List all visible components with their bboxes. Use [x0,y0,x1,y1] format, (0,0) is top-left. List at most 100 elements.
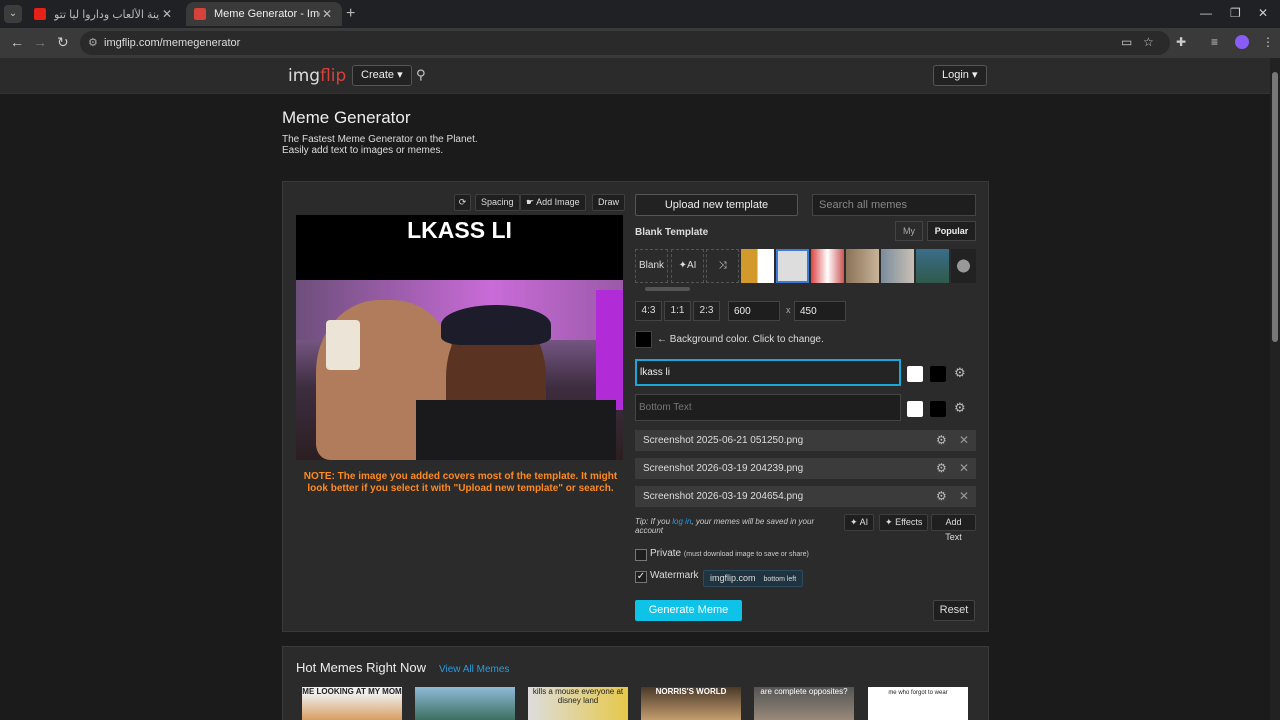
site-info-icon[interactable]: ⚙ [88,31,98,55]
rotate-icon[interactable]: ⟳ [454,194,471,211]
width-input[interactable] [728,301,780,321]
hot-meme-caption: ME LOOKING AT MY MOM [302,687,402,696]
cast-icon[interactable]: ▭ [1121,35,1132,49]
template-thumb[interactable] [811,249,844,283]
login-link[interactable]: log in [672,517,691,526]
url-field[interactable]: ⚙ imgflip.com/memegenerator [80,31,1170,55]
restore-icon[interactable]: ❐ [1230,6,1241,20]
sparkle-icon: ✦ [885,517,893,527]
imgflip-logo[interactable]: imgflip [288,66,346,86]
photo-beanie [441,305,551,345]
watermark-settings[interactable]: imgflip.com bottom left [703,570,804,587]
forward-arrow-icon[interactable]: → [33,34,47,50]
hot-meme-thumb[interactable] [415,687,515,720]
template-thumbnails: Blank ✦AI ⤨ [635,249,976,283]
reset-button[interactable]: Reset [933,600,975,621]
scrollbar-thumb[interactable] [1272,72,1278,342]
profile-avatar[interactable] [1235,35,1249,49]
blank-template-button[interactable]: Blank [635,249,668,283]
upload-template-button[interactable]: Upload new template [635,194,798,216]
ratio-4-3[interactable]: 4:3 [635,301,662,321]
meme-top-text[interactable]: LKASS LI [296,217,623,244]
private-checkbox[interactable] [635,549,647,561]
top-text-input[interactable] [635,359,901,386]
remove-x-icon[interactable]: ✕ [959,430,969,451]
times-sign: x [786,305,791,315]
text-color-white[interactable] [907,401,923,417]
ai-template-button[interactable]: ✦AI [671,249,704,283]
template-thumb[interactable] [741,249,774,283]
gear-icon[interactable]: ⚙ [954,400,966,416]
remove-x-icon[interactable]: ✕ [959,486,969,507]
ai-button[interactable]: ✦ AI [844,514,875,531]
private-label: Private (must download image to save or … [650,548,809,559]
search-memes-input[interactable] [812,194,976,216]
template-thumb[interactable] [951,249,976,283]
tab-youtube[interactable]: دخلت لمدينة الألعاب وداروا ليا تتو... ✕ [26,2,182,26]
login-tip: Tip: If you log in, your memes will be s… [635,517,835,535]
outline-color-black[interactable] [930,401,946,417]
minimize-icon[interactable]: — [1200,6,1212,20]
tab-list-chevron-icon[interactable]: ⌄ [4,5,22,23]
login-button[interactable]: Login ▾ [933,65,987,86]
hot-meme-caption: are complete opposites? [760,687,848,696]
gear-icon[interactable]: ⚙ [936,458,947,479]
background-color-swatch[interactable] [635,331,652,348]
template-thumb[interactable] [881,249,914,283]
new-tab-plus-icon[interactable]: + [346,5,355,23]
reload-icon[interactable]: ↻ [57,34,69,51]
effects-button[interactable]: ✦ Effects [879,514,929,531]
tab-my[interactable]: My [895,221,923,241]
image-layer-row[interactable]: Screenshot 2026-03-19 204239.png ⚙ ✕ [635,458,976,479]
outline-color-black[interactable] [930,366,946,382]
scrollbar-thumb[interactable] [645,287,690,291]
remove-x-icon[interactable]: ✕ [959,458,969,479]
ratio-1-1[interactable]: 1:1 [664,301,691,321]
ratio-2-3[interactable]: 2:3 [693,301,720,321]
template-thumb[interactable] [776,249,809,283]
gear-icon[interactable]: ⚙ [936,486,947,507]
back-arrow-icon[interactable]: ← [10,34,24,50]
window-close-icon[interactable]: ✕ [1258,6,1268,20]
watermark-checkbox[interactable]: ✓ [635,571,647,583]
media-icon[interactable]: ≡ [1211,35,1218,49]
image-layer-row[interactable]: Screenshot 2025-06-21 051250.png ⚙ ✕ [635,430,976,451]
hot-meme-thumb[interactable]: ME LOOKING AT MY MOM [302,687,402,720]
draw-button[interactable]: Draw [592,194,626,211]
hot-meme-thumb[interactable]: are complete opposites? [754,687,854,720]
meme-canvas[interactable]: LKASS LI [296,215,623,460]
template-thumb[interactable] [916,249,949,283]
close-icon[interactable]: ✕ [320,7,334,21]
page-scrollbar[interactable] [1270,58,1280,720]
bottom-text-input[interactable] [635,394,901,421]
create-menu-button[interactable]: Create ▾ [352,65,412,86]
bookmark-star-icon[interactable]: ☆ [1143,35,1154,49]
page: imgflip Create ▾ ⚲ Login ▾ Meme Generato… [0,58,1270,720]
add-image-button[interactable]: ☛ Add Image [520,194,586,211]
private-text: Private [650,548,682,559]
tab-imgflip[interactable]: Meme Generator - Imgflip ✕ [186,2,342,26]
search-icon[interactable]: ⚲ [416,67,426,83]
gear-icon[interactable]: ⚙ [936,430,947,451]
tab-title: Meme Generator - Imgflip [214,8,320,20]
add-text-button[interactable]: Add Text [931,514,976,542]
template-thumb[interactable] [846,249,879,283]
menu-dots-icon[interactable]: ⋮ [1262,35,1274,49]
hot-meme-thumb[interactable]: NORRIS'S WORLD [641,687,741,720]
generate-meme-button[interactable]: Generate Meme [635,600,742,621]
hot-meme-caption: kills a mouse everyone at disney land [532,687,624,705]
hot-meme-thumb[interactable]: me who forgot to wear [868,687,968,720]
spacing-button[interactable]: Spacing [475,194,520,211]
view-all-memes-link[interactable]: View All Memes [439,664,509,675]
image-layer-row[interactable]: Screenshot 2026-03-19 204654.png ⚙ ✕ [635,486,976,507]
close-icon[interactable]: ✕ [160,7,174,21]
thumbnail-scrollbar[interactable] [635,286,976,292]
tab-popular[interactable]: Popular [927,221,976,241]
height-input[interactable] [794,301,846,321]
gear-icon[interactable]: ⚙ [954,365,966,381]
shuffle-icon[interactable]: ⤨ [706,249,739,283]
hot-meme-thumb[interactable]: kills a mouse everyone at disney land [528,687,628,720]
extensions-icon[interactable]: ✚ [1176,35,1186,49]
image-layer-name: Screenshot 2026-03-19 204654.png [643,491,804,502]
text-color-white[interactable] [907,366,923,382]
